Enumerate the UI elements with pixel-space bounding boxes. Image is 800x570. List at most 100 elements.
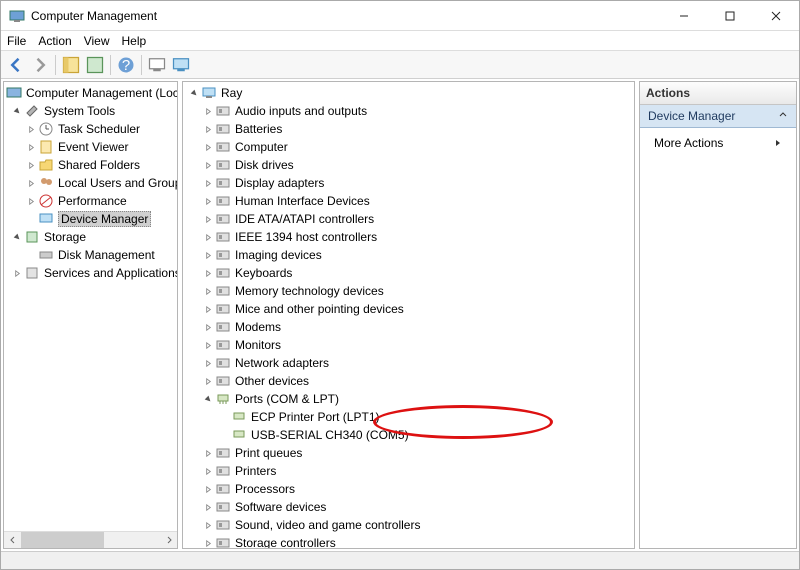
device-category[interactable]: Computer bbox=[183, 138, 634, 156]
menu-help[interactable]: Help bbox=[122, 34, 147, 48]
scan-hardware-button[interactable] bbox=[170, 54, 192, 76]
expand-icon[interactable] bbox=[24, 194, 38, 208]
content-area: Computer Management (Local System Tools … bbox=[1, 79, 799, 551]
device-category-icon bbox=[215, 463, 231, 479]
menu-action[interactable]: Action bbox=[38, 34, 71, 48]
expand-icon[interactable] bbox=[201, 500, 215, 514]
expand-icon[interactable] bbox=[201, 518, 215, 532]
expand-icon[interactable] bbox=[201, 464, 215, 478]
tree-event-viewer[interactable]: Event Viewer bbox=[4, 138, 177, 156]
expand-icon[interactable] bbox=[201, 248, 215, 262]
expand-icon[interactable] bbox=[10, 266, 24, 280]
port-icon bbox=[231, 409, 247, 425]
device-category[interactable]: Network adapters bbox=[183, 354, 634, 372]
device-category[interactable]: Batteries bbox=[183, 120, 634, 138]
menu-file[interactable]: File bbox=[7, 34, 26, 48]
tree-services-apps[interactable]: Services and Applications bbox=[4, 264, 177, 282]
device-category[interactable]: IDE ATA/ATAPI controllers bbox=[183, 210, 634, 228]
close-button[interactable] bbox=[753, 1, 799, 31]
device-item[interactable]: ECP Printer Port (LPT1) bbox=[183, 408, 634, 426]
console-tree-pane: Computer Management (Local System Tools … bbox=[3, 81, 178, 549]
toolbar-action-button[interactable] bbox=[84, 54, 106, 76]
horizontal-scrollbar[interactable] bbox=[4, 531, 177, 548]
maximize-button[interactable] bbox=[707, 1, 753, 31]
expand-icon[interactable] bbox=[24, 140, 38, 154]
tree-performance[interactable]: Performance bbox=[4, 192, 177, 210]
console-tree[interactable]: Computer Management (Local System Tools … bbox=[4, 82, 177, 531]
statusbar bbox=[1, 551, 799, 569]
device-item[interactable]: USB-SERIAL CH340 (COM5) bbox=[183, 426, 634, 444]
expand-icon[interactable] bbox=[24, 158, 38, 172]
tree-local-users[interactable]: Local Users and Groups bbox=[4, 174, 177, 192]
scroll-thumb[interactable] bbox=[21, 532, 104, 549]
scroll-right-arrow[interactable] bbox=[160, 532, 177, 549]
actions-section[interactable]: Device Manager bbox=[640, 105, 796, 128]
expand-icon[interactable] bbox=[201, 338, 215, 352]
device-category[interactable]: Processors bbox=[183, 480, 634, 498]
expand-icon[interactable] bbox=[201, 266, 215, 280]
scroll-left-arrow[interactable] bbox=[4, 532, 21, 549]
tree-device-manager[interactable]: Device Manager bbox=[4, 210, 177, 228]
expand-icon[interactable] bbox=[201, 194, 215, 208]
tree-system-tools[interactable]: System Tools bbox=[4, 102, 177, 120]
device-category[interactable]: Monitors bbox=[183, 336, 634, 354]
device-category[interactable]: IEEE 1394 host controllers bbox=[183, 228, 634, 246]
device-category-icon bbox=[215, 517, 231, 533]
collapse-icon[interactable] bbox=[10, 104, 24, 118]
collapse-icon[interactable] bbox=[201, 392, 215, 406]
nav-forward-button[interactable] bbox=[29, 54, 51, 76]
expand-icon[interactable] bbox=[201, 356, 215, 370]
show-hide-tree-button[interactable] bbox=[60, 54, 82, 76]
expand-icon[interactable] bbox=[201, 230, 215, 244]
expand-icon[interactable] bbox=[201, 212, 215, 226]
device-category[interactable]: Display adapters bbox=[183, 174, 634, 192]
device-category[interactable]: Software devices bbox=[183, 498, 634, 516]
tree-disk-management[interactable]: Disk Management bbox=[4, 246, 177, 264]
device-category[interactable]: Storage controllers bbox=[183, 534, 634, 548]
device-category[interactable]: Sound, video and game controllers bbox=[183, 516, 634, 534]
collapse-icon[interactable] bbox=[10, 230, 24, 244]
expand-icon[interactable] bbox=[201, 122, 215, 136]
expand-icon[interactable] bbox=[201, 302, 215, 316]
actions-more-label: More Actions bbox=[654, 136, 723, 150]
device-category-ports[interactable]: Ports (COM & LPT) bbox=[183, 390, 634, 408]
menu-view[interactable]: View bbox=[84, 34, 110, 48]
device-category[interactable]: Modems bbox=[183, 318, 634, 336]
expand-icon[interactable] bbox=[201, 482, 215, 496]
device-category[interactable]: Memory technology devices bbox=[183, 282, 634, 300]
expand-icon[interactable] bbox=[24, 122, 38, 136]
expand-icon[interactable] bbox=[201, 140, 215, 154]
expand-icon[interactable] bbox=[201, 158, 215, 172]
collapse-icon[interactable] bbox=[187, 86, 201, 100]
device-category[interactable]: Print queues bbox=[183, 444, 634, 462]
expand-icon[interactable] bbox=[201, 446, 215, 460]
tree-storage[interactable]: Storage bbox=[4, 228, 177, 246]
device-category[interactable]: Printers bbox=[183, 462, 634, 480]
expand-icon[interactable] bbox=[201, 176, 215, 190]
device-category[interactable]: Disk drives bbox=[183, 156, 634, 174]
nav-back-button[interactable] bbox=[5, 54, 27, 76]
expand-icon[interactable] bbox=[201, 104, 215, 118]
device-category[interactable]: Keyboards bbox=[183, 264, 634, 282]
expand-icon[interactable] bbox=[201, 374, 215, 388]
device-category[interactable]: Other devices bbox=[183, 372, 634, 390]
device-root[interactable]: Ray bbox=[183, 84, 634, 102]
expand-icon[interactable] bbox=[201, 320, 215, 334]
expand-icon[interactable] bbox=[201, 284, 215, 298]
device-category-icon bbox=[215, 229, 231, 245]
device-category[interactable]: Human Interface Devices bbox=[183, 192, 634, 210]
device-category[interactable]: Imaging devices bbox=[183, 246, 634, 264]
tree-shared-folders[interactable]: Shared Folders bbox=[4, 156, 177, 174]
expand-icon[interactable] bbox=[201, 536, 215, 548]
device-tree[interactable]: Ray Audio inputs and outputsBatteriesCom… bbox=[183, 82, 634, 548]
minimize-button[interactable] bbox=[661, 1, 707, 31]
help-button[interactable]: ? bbox=[115, 54, 137, 76]
devices-icon[interactable] bbox=[146, 54, 168, 76]
tree-task-scheduler[interactable]: Task Scheduler bbox=[4, 120, 177, 138]
device-category-icon bbox=[215, 373, 231, 389]
tree-root[interactable]: Computer Management (Local bbox=[4, 84, 177, 102]
expand-icon[interactable] bbox=[24, 176, 38, 190]
actions-more[interactable]: More Actions bbox=[640, 128, 796, 158]
device-category[interactable]: Mice and other pointing devices bbox=[183, 300, 634, 318]
device-category[interactable]: Audio inputs and outputs bbox=[183, 102, 634, 120]
